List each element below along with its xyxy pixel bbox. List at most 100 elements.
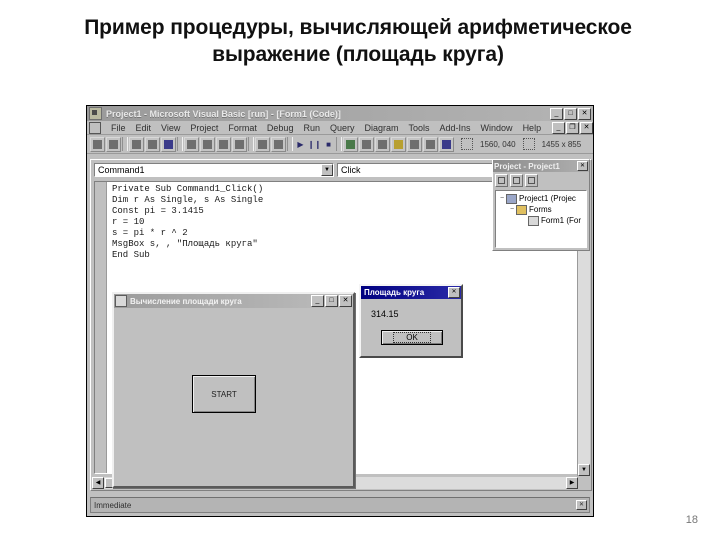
menu-item-file[interactable]: File: [106, 123, 131, 133]
vb-title-bar: Project1 - Microsoft Visual Basic [run] …: [87, 106, 593, 121]
form-icon: [528, 215, 539, 226]
menu-item-edit[interactable]: Edit: [131, 123, 157, 133]
redo-icon[interactable]: [271, 136, 286, 152]
scroll-right-icon[interactable]: ▶: [566, 477, 578, 489]
project-explorer-title: Project - Project1: [494, 161, 560, 171]
page-number: 18: [685, 514, 698, 526]
form-minimize-button[interactable]: _: [311, 295, 324, 307]
cut-icon[interactable]: [184, 136, 199, 152]
toolbar-separator-5: [336, 137, 342, 151]
open-project-icon[interactable]: [145, 136, 160, 152]
maximize-button[interactable]: □: [564, 107, 577, 120]
ok-button-label: OK: [393, 332, 431, 343]
menu-item-tools[interactable]: Tools: [404, 123, 435, 133]
tree-expander-forms[interactable]: −: [508, 206, 516, 213]
scroll-left-icon[interactable]: ◀: [92, 477, 104, 489]
menu-item-addins[interactable]: Add-Ins: [435, 123, 476, 133]
paste-icon[interactable]: [216, 136, 231, 152]
form-title-bar: Вычисление площади круга _ □ ✕: [114, 294, 353, 308]
child-close-button[interactable]: ✕: [580, 121, 593, 134]
object-browser-icon[interactable]: [391, 136, 406, 152]
menu-item-diagram[interactable]: Diagram: [359, 123, 403, 133]
position-icon: [461, 138, 473, 150]
page-title: Пример процедуры, вычисляющей арифметиче…: [84, 16, 632, 66]
menu-editor-icon[interactable]: [129, 136, 144, 152]
menu-item-view[interactable]: View: [156, 123, 185, 133]
tree-row-project[interactable]: − Project1 (Projec: [498, 193, 586, 204]
form-layout-icon[interactable]: [375, 136, 390, 152]
scroll-down-icon[interactable]: ▼: [578, 464, 590, 476]
project-explorer-icon[interactable]: [343, 136, 358, 152]
code-margin-indicator-bar: [95, 182, 107, 473]
mdi-child-window-buttons: _ ❐ ✕: [552, 121, 593, 134]
tree-label-form1: Form1 (For: [541, 216, 581, 225]
add-form-icon[interactable]: [106, 136, 121, 152]
visual-basic-window: Project1 - Microsoft Visual Basic [run] …: [86, 105, 594, 517]
pause-icon[interactable]: ❙❙: [308, 138, 321, 151]
toggle-folders-icon[interactable]: [525, 174, 538, 187]
message-box-title: Площадь круга: [364, 288, 425, 297]
toolbox-icon[interactable]: [407, 136, 422, 152]
tree-row-form1[interactable]: Form1 (For: [498, 215, 586, 226]
stop-icon[interactable]: ■: [322, 138, 335, 151]
menu-item-help[interactable]: Help: [518, 123, 547, 133]
menu-item-query[interactable]: Query: [325, 123, 360, 133]
copy-icon[interactable]: [200, 136, 215, 152]
close-button[interactable]: ✕: [578, 107, 591, 120]
add-project-icon[interactable]: [90, 136, 105, 152]
project-explorer-toolbar: [493, 172, 589, 187]
immediate-label: Immediate: [94, 500, 132, 510]
menu-item-window[interactable]: Window: [476, 123, 518, 133]
chevron-down-icon[interactable]: ▼: [321, 164, 333, 176]
tree-row-forms[interactable]: − Forms: [498, 204, 586, 215]
start-button[interactable]: START: [192, 375, 256, 413]
object-combo[interactable]: Command1 ▼: [94, 163, 334, 177]
message-box-value: 314.15: [371, 309, 399, 319]
form-window-buttons: _ □ ✕: [311, 295, 352, 307]
running-form-window: Вычисление площади круга _ □ ✕ START: [112, 292, 355, 488]
folder-icon: [516, 204, 527, 215]
project-explorer-window: Project - Project1 ✕ − Project1 (Projec …: [492, 159, 590, 251]
vb-window-buttons: _ □ ✕: [550, 107, 591, 120]
message-box-title-bar: Площадь круга ✕: [361, 286, 461, 299]
tree-expander-project[interactable]: −: [498, 195, 506, 202]
minimize-button[interactable]: _: [550, 107, 563, 120]
vb-app-icon: [89, 107, 102, 120]
child-minimize-button[interactable]: _: [552, 121, 565, 134]
undo-icon[interactable]: [255, 136, 270, 152]
properties-window-icon[interactable]: [359, 136, 374, 152]
message-box-close-icon[interactable]: ✕: [448, 287, 460, 298]
save-project-icon[interactable]: [161, 136, 176, 152]
data-view-icon[interactable]: [423, 136, 438, 152]
form-maximize-button[interactable]: □: [325, 295, 338, 307]
project-explorer-title-bar: Project - Project1 ✕: [493, 160, 589, 172]
toolbar-separator: [122, 137, 128, 151]
vb-title-text: Project1 - Microsoft Visual Basic [run] …: [106, 108, 341, 119]
menu-item-format[interactable]: Format: [223, 123, 262, 133]
toolbar-separator-3: [248, 137, 254, 151]
message-box-ok-button[interactable]: OK: [381, 330, 443, 345]
visual-component-manager-icon[interactable]: [439, 136, 454, 152]
project-explorer-close-icon[interactable]: ✕: [577, 161, 588, 171]
menu-item-project[interactable]: Project: [185, 123, 223, 133]
immediate-window[interactable]: Immediate ✕: [90, 497, 590, 513]
standard-toolbar: ▶ ❙❙ ■ 1560, 040 1455 x 855: [87, 135, 593, 154]
form-close-button[interactable]: ✕: [339, 295, 352, 307]
run-icon[interactable]: ▶: [294, 138, 307, 151]
position-indicator: 1560, 040: [480, 139, 516, 149]
menu-bar: File Edit View Project Format Debug Run …: [87, 121, 593, 135]
find-icon[interactable]: [232, 136, 247, 152]
immediate-close-icon[interactable]: ✕: [576, 500, 587, 510]
view-object-icon[interactable]: [510, 174, 523, 187]
view-code-icon[interactable]: [495, 174, 508, 187]
form-title-text: Вычисление площади круга: [130, 296, 242, 306]
menu-item-debug[interactable]: Debug: [262, 123, 299, 133]
form-client-area: START: [114, 308, 353, 486]
size-icon: [522, 138, 535, 150]
tree-label-forms: Forms: [529, 205, 552, 214]
toolbar-separator-2: [177, 137, 183, 151]
child-restore-button[interactable]: ❐: [566, 121, 579, 134]
toolbar-separator-4: [287, 137, 293, 151]
menu-item-run[interactable]: Run: [298, 123, 325, 133]
project-tree[interactable]: − Project1 (Projec − Forms Form1 (For: [495, 190, 587, 248]
